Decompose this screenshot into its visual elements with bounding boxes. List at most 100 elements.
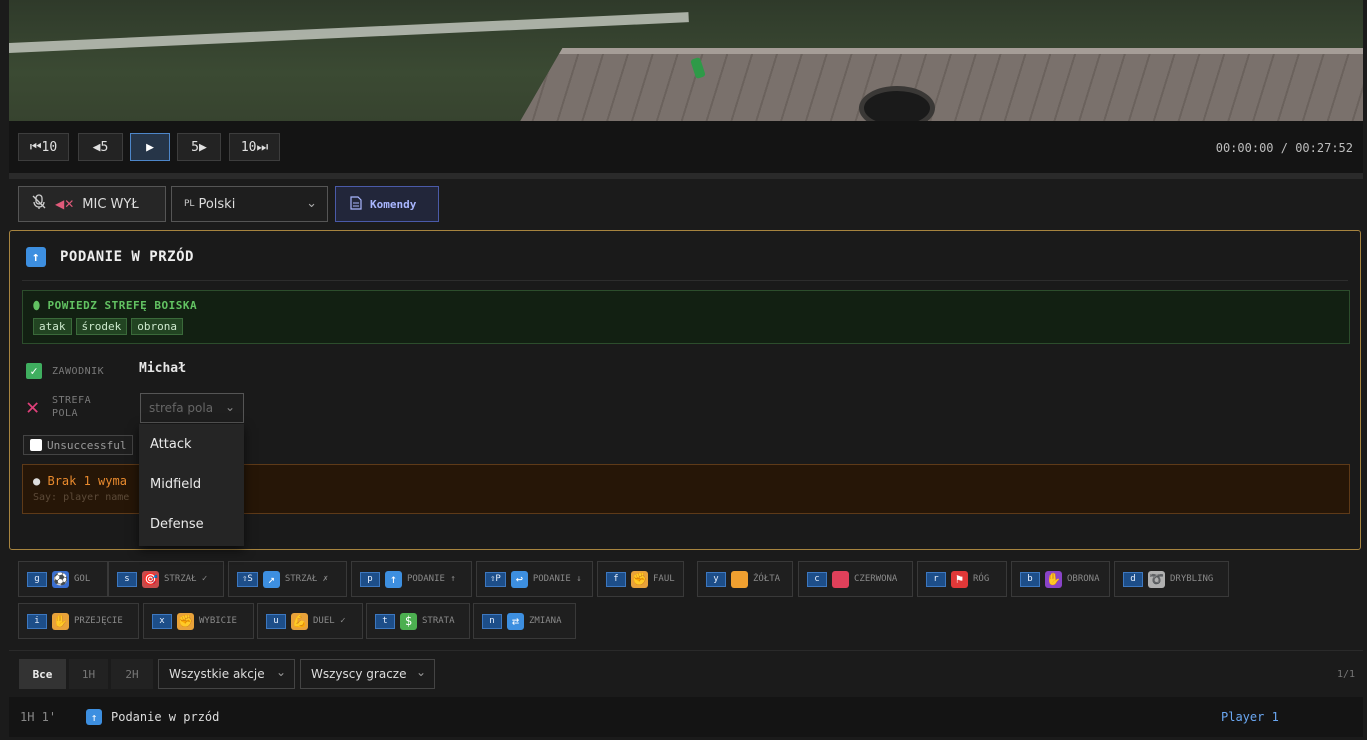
- warning-sub-text: Say: player name: [33, 492, 130, 503]
- speaker-muted-icon: ◀✕: [55, 197, 75, 211]
- rewind-10-button[interactable]: ⏮10: [18, 133, 69, 161]
- check-icon: ✓: [26, 363, 42, 379]
- actions-filter-value: Wszystkie akcje: [169, 667, 265, 681]
- corner-flag-icon: ⚑: [951, 570, 968, 588]
- action-key-label: GOL: [74, 574, 91, 584]
- target-icon: 🎯: [142, 570, 159, 588]
- event-row[interactable]: 1H 1' ↑ Podanie w przód Player 1: [9, 697, 1363, 737]
- video-frame[interactable]: [9, 0, 1363, 121]
- action-key-button[interactable]: y ŻÓŁTA: [697, 561, 793, 597]
- action-key-label: STRZAŁ ✗: [284, 574, 329, 584]
- action-key-label: ZMIANA: [529, 616, 562, 626]
- action-key-button[interactable]: b ✋ OBRONA: [1011, 561, 1110, 597]
- action-key-label: DRYBLING: [1170, 574, 1214, 584]
- flexed-arm-icon: 💪: [291, 612, 308, 630]
- shortcut-key: i: [27, 613, 47, 629]
- pager: 1/1: [1336, 669, 1355, 680]
- warning-title-text: Brak 1 wyma: [47, 474, 127, 488]
- action-key-button[interactable]: i ✋ PRZEJĘCIE: [18, 603, 139, 639]
- action-key-button[interactable]: u 💪 DUEL ✓: [257, 603, 363, 639]
- action-key-label: DUEL ✓: [313, 616, 346, 626]
- red-card-icon: [832, 570, 849, 588]
- zone-option-attack[interactable]: Attack: [139, 424, 244, 464]
- document-icon: [350, 195, 362, 213]
- action-title-text: PODANIE W PRZÓD: [60, 249, 194, 265]
- action-key-button[interactable]: r ⚑ RÓG: [917, 561, 1007, 597]
- tab-2h[interactable]: 2H: [111, 659, 153, 689]
- dribble-icon: ➰: [1148, 570, 1165, 588]
- action-key-button[interactable]: d ➰ DRYBLING: [1114, 561, 1229, 597]
- action-key-button[interactable]: s 🎯 STRZAŁ ✓: [108, 561, 224, 597]
- shortcut-key: f: [606, 571, 626, 587]
- chevron-down-icon: ⌄: [275, 665, 286, 679]
- event-filters: Все 1H 2H Wszystkie akcje ⌄ Wszyscy grac…: [9, 650, 1363, 697]
- zone-label-line2: POLA: [52, 408, 79, 419]
- divider: [22, 280, 1348, 281]
- hint-chip[interactable]: środek: [75, 318, 128, 335]
- forward-10-button[interactable]: 10⏭: [229, 133, 280, 161]
- action-key-button[interactable]: ⇧S ↗ STRZAŁ ✗: [228, 561, 347, 597]
- unsuccessful-checkbox[interactable]: Unsuccessful: [23, 435, 134, 455]
- action-key-button[interactable]: x ✊ WYBICIE: [143, 603, 254, 639]
- players-filter-value: Wszyscy gracze: [311, 667, 407, 681]
- tab-1h[interactable]: 1H: [69, 659, 108, 689]
- language-value: Polski: [198, 196, 236, 212]
- punch-icon: ✊: [177, 612, 194, 630]
- hint-chip[interactable]: atak: [33, 318, 72, 335]
- action-key-button[interactable]: t $ STRATA: [366, 603, 470, 639]
- shortcut-key: r: [926, 571, 946, 587]
- action-key-button[interactable]: c CZERWONA: [798, 561, 913, 597]
- zone-label: STREFA POLA: [52, 394, 91, 420]
- actions-filter-select[interactable]: Wszystkie akcje ⌄: [158, 659, 295, 689]
- rewind-5-button[interactable]: ◀5: [78, 133, 123, 161]
- mic-toggle-button[interactable]: ◀✕ MIC WYŁ: [18, 186, 166, 222]
- shortcut-key: s: [117, 571, 137, 587]
- shortcut-key: p: [360, 571, 380, 587]
- shortcut-key: t: [375, 613, 395, 629]
- tab-all[interactable]: Все: [19, 659, 66, 689]
- chevron-down-icon: ⌄: [224, 400, 235, 414]
- speech-bubble-icon: ●: [33, 474, 41, 488]
- arrow-up-icon: ↑: [26, 247, 46, 267]
- fist-icon: ✊: [631, 570, 648, 588]
- action-key-button[interactable]: n ⇄ ZMIANA: [473, 603, 576, 639]
- action-key-button[interactable]: ⇧P ↩ PODANIE ↓: [476, 561, 593, 597]
- action-key-label: RÓG: [973, 574, 990, 584]
- arrow-up-right-icon: ↗: [262, 570, 280, 588]
- hint-chips: atak środek obrona: [33, 318, 1339, 335]
- soccer-ball-icon: ⚽: [52, 570, 69, 588]
- action-key-label: PRZEJĘCIE: [74, 616, 123, 626]
- hand-icon: ✋: [52, 612, 69, 630]
- mic-label: MIC WYŁ: [82, 196, 139, 212]
- shortcut-key: y: [706, 571, 726, 587]
- action-key-label: PODANIE ↓: [532, 574, 582, 584]
- action-key-button[interactable]: f ✊ FAUL: [597, 561, 684, 597]
- action-key-label: PODANIE ↑: [407, 574, 456, 584]
- zone-option-midfield[interactable]: Midfield: [139, 464, 244, 504]
- commands-button[interactable]: Komendy: [335, 186, 439, 222]
- zone-dropdown: Attack Midfield Defense: [139, 424, 244, 546]
- shortcut-key: n: [482, 613, 502, 629]
- shortcut-key: ⇧P: [485, 571, 506, 587]
- play-button[interactable]: ▶: [130, 133, 170, 161]
- action-key-label: FAUL: [653, 574, 675, 584]
- zone-select[interactable]: strefa pola ⌄: [140, 393, 244, 423]
- shortcut-key: d: [1123, 571, 1143, 587]
- action-key-button[interactable]: g ⚽ GOL: [18, 561, 108, 597]
- language-select[interactable]: PL Polski ⌄: [171, 186, 328, 222]
- shortcut-key: u: [266, 613, 286, 629]
- players-filter-select[interactable]: Wszyscy gracze ⌄: [300, 659, 435, 689]
- event-label: Podanie w przód: [111, 710, 220, 724]
- event-player[interactable]: Player 1: [1221, 710, 1279, 724]
- zone-option-defense[interactable]: Defense: [139, 504, 244, 544]
- hint-chip[interactable]: obrona: [131, 318, 183, 335]
- forward-5-button[interactable]: 5▶: [177, 133, 221, 161]
- player-value: Michał: [139, 361, 186, 376]
- action-key-label: OBRONA: [1067, 574, 1100, 584]
- zone-label-line1: STREFA: [52, 395, 92, 406]
- x-icon: ✕: [26, 394, 40, 420]
- swap-icon: ⇄: [507, 612, 524, 630]
- mic-off-icon: [31, 194, 47, 214]
- action-key-button[interactable]: p ↑ PODANIE ↑: [351, 561, 472, 597]
- glove-icon: ✋: [1045, 570, 1062, 588]
